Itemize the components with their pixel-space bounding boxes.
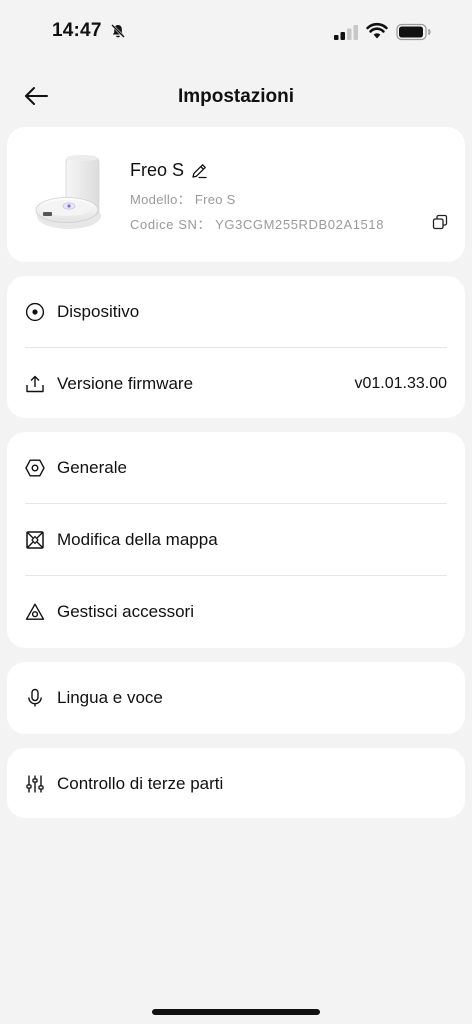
menu-item-label: Modifica della mappa [57, 530, 218, 549]
device-serial-number: Codice SN： YG3CGM255RDB02A1518 [130, 217, 385, 232]
header: Impostazioni [0, 70, 472, 122]
firmware-version-value: v01.01.33.00 [354, 375, 447, 392]
menu-item-accessori[interactable]: Gestisci accessori [7, 576, 465, 648]
hexagon-settings-icon [25, 459, 45, 477]
map-edit-icon [26, 531, 44, 549]
silent-bell-icon [111, 24, 125, 38]
device-settings-card: Dispositivo Versione firmware v01.01.33.… [7, 276, 465, 418]
device-model: Modello： Freo S [130, 192, 236, 207]
wifi-icon [366, 22, 388, 39]
copy-icon[interactable] [432, 214, 448, 230]
robot-vacuum-image [35, 155, 101, 229]
menu-item-firmware[interactable]: Versione firmware v01.01.33.00 [7, 348, 465, 420]
menu-item-label: Lingua e voce [57, 688, 163, 707]
page-title: Impostazioni [177, 86, 295, 107]
menu-item-dispositivo[interactable]: Dispositivo [7, 276, 465, 348]
menu-item-label: Generale [57, 458, 127, 477]
microphone-icon [28, 688, 42, 707]
general-settings-card: Generale Modifica della mappa Gestisci a… [7, 432, 465, 648]
status-time: 14:47 [52, 20, 102, 41]
device-name: Freo S [130, 160, 185, 180]
device-name-row: Freo S [130, 160, 208, 181]
status-bar: 14:47 [0, 0, 472, 62]
battery-icon [396, 23, 431, 41]
menu-item-modifica-mappa[interactable]: Modifica della mappa [7, 504, 465, 576]
language-card: Lingua e voce [7, 662, 465, 734]
menu-item-terze-parti[interactable]: Controllo di terze parti [7, 748, 465, 820]
menu-item-label: Gestisci accessori [57, 602, 194, 621]
edit-pencil-icon[interactable] [190, 162, 208, 180]
device-target-icon [25, 302, 45, 322]
menu-item-generale[interactable]: Generale [7, 432, 465, 504]
third-party-card: Controllo di terze parti [7, 748, 465, 818]
menu-item-label: Dispositivo [57, 302, 140, 321]
upload-icon [26, 375, 44, 393]
menu-item-label: Controllo di terze parti [57, 774, 224, 793]
accessories-icon [25, 603, 45, 620]
menu-item-lingua-voce[interactable]: Lingua e voce [7, 662, 465, 734]
sliders-icon [26, 775, 44, 793]
device-card[interactable]: Freo S Modello： Freo S Codice SN： YG3CGM… [7, 127, 465, 262]
cellular-signal-icon [334, 25, 358, 40]
menu-item-label: Versione firmware [57, 374, 194, 393]
home-indicator[interactable] [152, 1009, 320, 1015]
